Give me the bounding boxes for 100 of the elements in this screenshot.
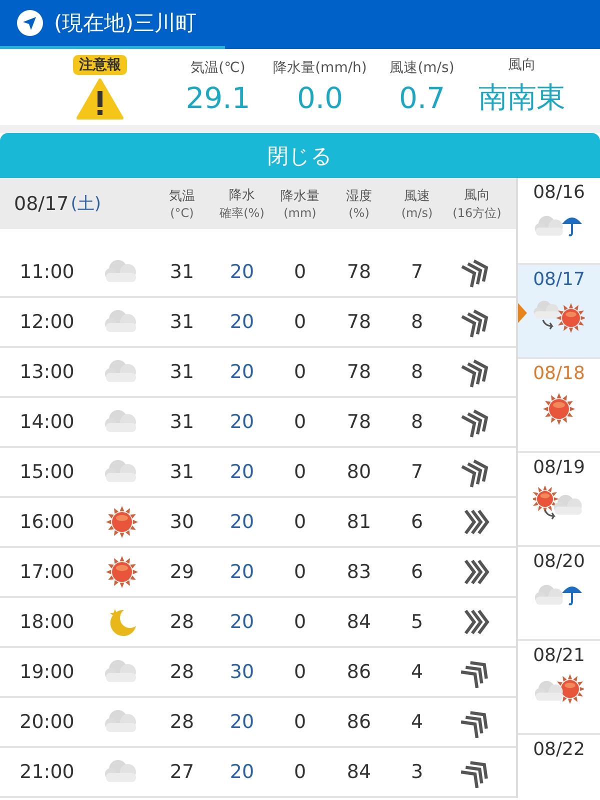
humidity-cell: 78: [346, 361, 372, 383]
day-item[interactable]: 08/20: [518, 547, 600, 641]
header-date: 08/17: [14, 192, 69, 214]
humidity-cell: 78: [346, 411, 372, 433]
probability-cell: 30: [230, 661, 254, 683]
day-date: 08/20: [533, 551, 585, 572]
reading-label: 降水量(mm/h): [273, 59, 367, 77]
day-date: 08/22: [533, 739, 585, 760]
rainfall-cell: 0: [294, 511, 306, 533]
column-heading: 降水: [229, 186, 255, 204]
humidity-cell: 84: [346, 611, 372, 633]
humidity-cell: 78: [346, 261, 372, 283]
warning-icon: [76, 78, 124, 120]
rainfall-cell: 0: [294, 561, 306, 583]
column-unit: (m/s): [401, 206, 433, 220]
column-heading: 降水量: [280, 188, 320, 205]
time-cell: 21:00: [20, 761, 74, 783]
cloud-arrow-sun-icon: [533, 298, 585, 334]
column-heading: 気温: [169, 188, 195, 205]
time-cell: 16:00: [20, 511, 74, 533]
day-item[interactable]: 08/17: [518, 265, 600, 359]
time-cell: 11:00: [20, 261, 74, 283]
day-item[interactable]: 08/22: [518, 735, 600, 798]
time-cell: 13:00: [20, 361, 74, 383]
day-date: 08/19: [533, 457, 585, 478]
sun-arrow-cloud-icon: [533, 486, 585, 522]
temperature-cell: 31: [170, 261, 194, 283]
wind-speed-cell: 6: [410, 561, 424, 583]
humidity-cell: 78: [346, 311, 372, 333]
probability-cell: 20: [230, 761, 254, 783]
rainfall-cell: 0: [294, 411, 306, 433]
temperature-cell: 28: [170, 661, 194, 683]
header-weekday: (土): [70, 193, 102, 215]
probability-cell: 20: [230, 611, 254, 633]
day-item[interactable]: 08/19: [518, 453, 600, 547]
humidity-cell: 80: [346, 461, 372, 483]
reading-value: 29.1: [186, 81, 250, 115]
location-title: (現在地)三川町: [54, 10, 196, 37]
reading-value: 南南東: [478, 79, 566, 116]
wind-speed-cell: 7: [410, 461, 424, 483]
reading-value: 0.7: [398, 81, 446, 115]
rainfall-cell: 0: [294, 311, 306, 333]
column-heading: 風向: [464, 186, 490, 204]
sun-icon: [542, 392, 576, 426]
temperature-cell: 30: [170, 511, 194, 533]
day-item[interactable]: 08/21: [518, 641, 600, 735]
day-date: 08/18: [533, 363, 585, 384]
pointer-icon: [518, 303, 527, 323]
column-heading: 風速: [404, 188, 430, 205]
wind-speed-cell: 8: [410, 311, 424, 333]
wind-speed-cell: 4: [410, 711, 424, 733]
rainfall-cell: 0: [294, 761, 306, 783]
time-cell: 15:00: [20, 461, 74, 483]
temperature-cell: 31: [170, 411, 194, 433]
day-date: 08/16: [533, 182, 585, 203]
time-cell: 19:00: [20, 661, 74, 683]
temperature-cell: 27: [170, 761, 194, 783]
humidity-cell: 81: [346, 511, 372, 533]
wind-speed-cell: 8: [410, 411, 424, 433]
sun-icon: [105, 505, 139, 539]
wind-speed-cell: 4: [410, 661, 424, 683]
rainfall-cell: 0: [294, 711, 306, 733]
column-unit: (mm): [284, 206, 316, 220]
wind-speed-cell: 3: [410, 761, 424, 783]
rainfall-cell: 0: [294, 661, 306, 683]
rainfall-cell: 0: [294, 461, 306, 483]
humidity-cell: 86: [346, 661, 372, 683]
probability-cell: 20: [230, 361, 254, 383]
column-unit: 確率(%): [220, 204, 264, 222]
column-unit: (°C): [170, 206, 194, 220]
probability-cell: 20: [230, 261, 254, 283]
time-cell: 18:00: [20, 611, 74, 633]
wind-speed-cell: 7: [410, 261, 424, 283]
cloud-sun-icon: [534, 674, 584, 706]
temperature-cell: 29: [170, 561, 194, 583]
probability-cell: 20: [230, 561, 254, 583]
day-date: 08/17: [533, 269, 585, 290]
wind-speed-cell: 6: [410, 511, 424, 533]
temperature-cell: 31: [170, 361, 194, 383]
reading-label: 気温(℃): [190, 59, 246, 77]
temperature-cell: 31: [170, 461, 194, 483]
sun-icon: [105, 555, 139, 589]
reading-value: 0.0: [296, 81, 344, 115]
humidity-cell: 86: [346, 711, 372, 733]
rainfall-cell: 0: [294, 361, 306, 383]
probability-cell: 20: [230, 411, 254, 433]
probability-cell: 20: [230, 311, 254, 333]
humidity-cell: 84: [346, 761, 372, 783]
wind-speed-cell: 5: [410, 611, 424, 633]
temperature-cell: 28: [170, 611, 194, 633]
probability-cell: 20: [230, 461, 254, 483]
temperature-cell: 31: [170, 311, 194, 333]
probability-cell: 20: [230, 711, 254, 733]
temperature-cell: 28: [170, 711, 194, 733]
reading-label: 風向: [508, 56, 536, 74]
day-date: 08/21: [533, 645, 585, 666]
rainfall-cell: 0: [294, 261, 306, 283]
probability-cell: 20: [230, 511, 254, 533]
time-cell: 14:00: [20, 411, 74, 433]
reading-label: 風速(m/s): [390, 59, 454, 77]
